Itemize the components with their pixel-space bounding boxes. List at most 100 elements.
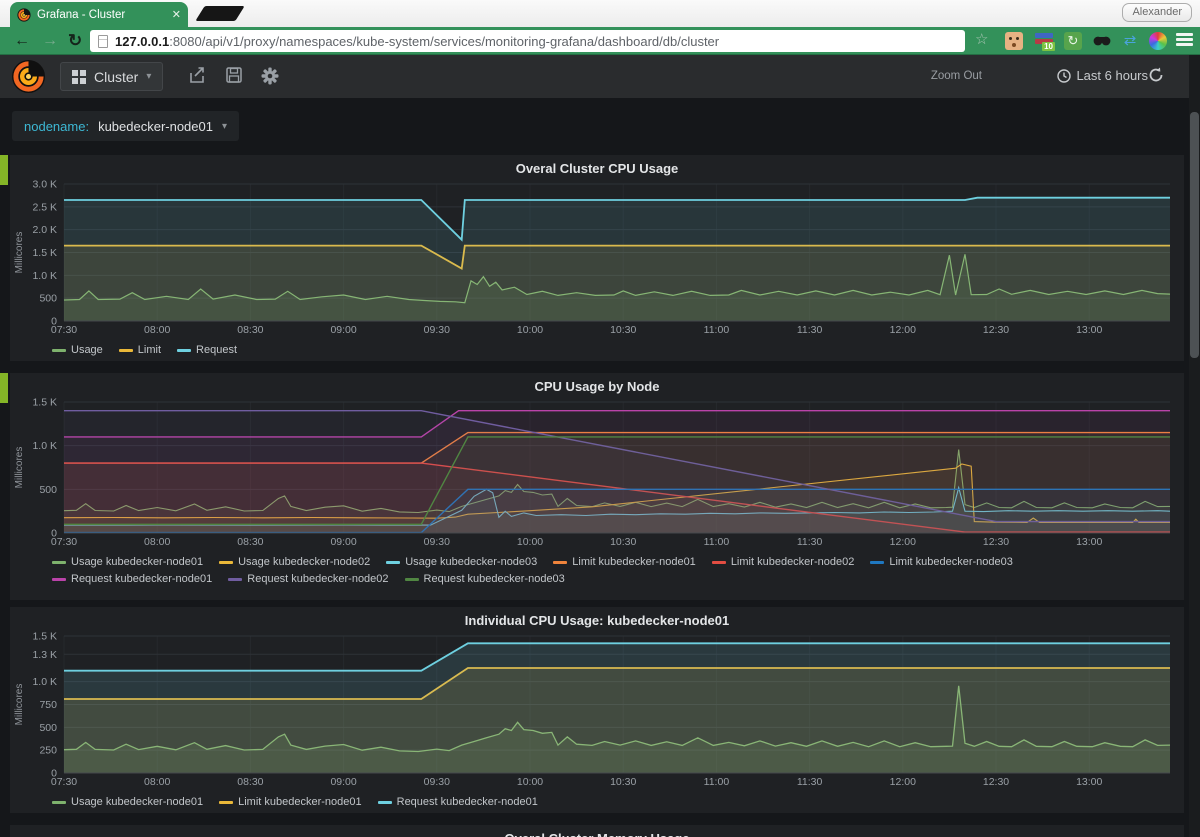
time-range-picker[interactable]: Last 6 hours — [1057, 68, 1148, 83]
extension-refresh-icon[interactable]: ↻ — [1064, 32, 1082, 50]
browser-menu-icon[interactable] — [1176, 33, 1193, 47]
legend-item[interactable]: Usage — [52, 343, 103, 357]
browser-tab[interactable]: Grafana - Cluster ✕ — [10, 2, 188, 27]
legend-swatch — [870, 561, 884, 564]
svg-text:08:30: 08:30 — [237, 776, 263, 788]
svg-text:1.5 K: 1.5 K — [32, 397, 57, 409]
legend-item[interactable]: Limit — [119, 343, 161, 357]
svg-text:11:00: 11:00 — [704, 776, 730, 788]
mask-glyph — [1093, 32, 1111, 50]
zoom-out-button[interactable]: Zoom Out — [931, 70, 982, 82]
cpu-by-node-graph[interactable]: 05001.0 K1.5 K07:3008:0008:3009:0009:301… — [10, 397, 1176, 549]
extension-bars-icon[interactable]: 10 — [1035, 32, 1053, 50]
svg-text:500: 500 — [39, 722, 57, 734]
svg-text:1.0 K: 1.0 K — [32, 270, 57, 282]
svg-text:12:30: 12:30 — [983, 324, 1009, 336]
scrollbar-track[interactable] — [1189, 55, 1200, 837]
legend-item[interactable]: Limit kubedecker-node01 — [553, 555, 696, 569]
row-handle[interactable] — [0, 373, 8, 403]
svg-text:13:00: 13:00 — [1076, 776, 1102, 788]
legend-item[interactable]: Limit kubedecker-node01 — [219, 795, 362, 809]
svg-text:12:30: 12:30 — [983, 536, 1009, 548]
save-icon[interactable] — [226, 67, 242, 84]
legend-item[interactable]: Usage kubedecker-node01 — [52, 795, 203, 809]
legend-swatch — [219, 561, 233, 564]
legend-item[interactable]: Request kubedecker-node02 — [228, 572, 388, 586]
address-bar[interactable]: 127.0.0.1:8080/api/v1/proxy/namespaces/k… — [90, 30, 965, 52]
extension-sync-icon[interactable]: ⇄ — [1121, 32, 1139, 50]
svg-text:10:00: 10:00 — [517, 536, 543, 548]
legend-item[interactable]: Request kubedecker-node03 — [405, 572, 565, 586]
url-text[interactable]: 127.0.0.1:8080/api/v1/proxy/namespaces/k… — [115, 34, 719, 49]
back-icon[interactable]: ← — [14, 29, 30, 53]
scrollbar-thumb[interactable] — [1190, 112, 1199, 358]
panel-overall-memory: Overal Cluster Memory Usage — [10, 825, 1184, 837]
legend-item[interactable]: Limit kubedecker-node02 — [712, 555, 855, 569]
share-icon[interactable] — [189, 67, 206, 84]
legend-item[interactable]: Request — [177, 343, 237, 357]
time-range-label: Last 6 hours — [1076, 68, 1148, 83]
svg-text:07:30: 07:30 — [51, 776, 77, 788]
extension-colorwheel-icon[interactable] — [1149, 32, 1167, 50]
url-host: 127.0.0.1 — [115, 34, 169, 49]
legend-item[interactable]: Request kubedecker-node01 — [378, 795, 538, 809]
individual-cpu-graph[interactable]: 02505007501.0 K1.3 K1.5 K07:3008:0008:30… — [10, 631, 1176, 789]
extension-mask-icon[interactable] — [1093, 32, 1111, 50]
legend: Usage kubedecker-node01 Usage kubedecker-… — [10, 554, 1184, 586]
svg-text:07:30: 07:30 — [51, 536, 77, 548]
svg-text:10:30: 10:30 — [610, 776, 636, 788]
panel-title[interactable]: Overal Cluster Memory Usage — [10, 825, 1184, 837]
tab-close-icon[interactable]: ✕ — [172, 8, 181, 21]
legend-label: Limit kubedecker-node01 — [572, 555, 696, 569]
legend: Usage kubedecker-node01 Limit kubedecker-… — [10, 794, 1184, 809]
legend-label: Limit kubedecker-node03 — [889, 555, 1013, 569]
svg-text:1.3 K: 1.3 K — [32, 649, 57, 661]
new-tab-button[interactable] — [195, 6, 244, 21]
svg-text:08:00: 08:00 — [144, 536, 170, 548]
legend-label: Usage kubedecker-node03 — [405, 555, 537, 569]
svg-text:2.5 K: 2.5 K — [32, 201, 57, 213]
legend-swatch — [553, 561, 567, 564]
svg-text:08:00: 08:00 — [144, 324, 170, 336]
legend-item[interactable]: Usage kubedecker-node02 — [219, 555, 370, 569]
overall-cpu-graph[interactable]: 05001.0 K1.5 K2.0 K2.5 K3.0 K07:3008:000… — [10, 179, 1176, 337]
svg-text:13:00: 13:00 — [1076, 324, 1102, 336]
svg-text:09:30: 09:30 — [424, 776, 450, 788]
dashboard-picker[interactable]: Cluster ▾ — [60, 62, 163, 91]
legend-label: Usage kubedecker-node01 — [71, 795, 203, 809]
template-var-value: kubedecker-node01 — [98, 119, 213, 134]
grafana-logo[interactable] — [11, 59, 46, 94]
legend-item[interactable]: Usage kubedecker-node01 — [52, 555, 203, 569]
settings-gear-icon[interactable] — [261, 67, 279, 85]
legend-label: Limit — [138, 343, 161, 357]
panel-title[interactable]: Individual CPU Usage: kubedecker-node01 — [10, 607, 1184, 631]
row-handle[interactable] — [0, 155, 8, 185]
chevron-down-icon: ▾ — [146, 71, 151, 82]
bookmark-star-icon[interactable]: ☆ — [975, 30, 988, 48]
panel-title[interactable]: Overal Cluster CPU Usage — [10, 155, 1184, 179]
legend-item[interactable]: Request kubedecker-node01 — [52, 572, 212, 586]
page-document-icon[interactable] — [98, 35, 108, 48]
url-path: :8080/api/v1/proxy/namespaces/kube-syste… — [169, 34, 719, 49]
legend-swatch — [177, 349, 191, 352]
forward-icon[interactable]: → — [42, 29, 58, 53]
browser-profile-name[interactable]: Alexander — [1122, 3, 1192, 22]
svg-text:08:00: 08:00 — [144, 776, 170, 788]
reload-icon[interactable]: ↻ — [68, 29, 82, 53]
legend-label: Request — [196, 343, 237, 357]
svg-text:11:30: 11:30 — [797, 776, 823, 788]
template-var-nodename[interactable]: nodename: kubedecker-node01 ▾ — [12, 111, 239, 141]
svg-text:10:30: 10:30 — [610, 324, 636, 336]
svg-text:Millicores: Millicores — [14, 447, 25, 489]
panel-individual-cpu: Individual CPU Usage: kubedecker-node01 … — [10, 607, 1184, 813]
refresh-icon[interactable] — [1148, 67, 1164, 83]
legend-swatch — [712, 561, 726, 564]
legend-item[interactable]: Usage kubedecker-node03 — [386, 555, 537, 569]
template-var-label: nodename: — [24, 119, 89, 134]
svg-text:12:00: 12:00 — [890, 324, 916, 336]
svg-text:Millicores: Millicores — [14, 232, 25, 274]
legend-item[interactable]: Limit kubedecker-node03 — [870, 555, 1013, 569]
extension-face-icon[interactable] — [1005, 32, 1023, 50]
svg-text:1.0 K: 1.0 K — [32, 440, 57, 452]
panel-title[interactable]: CPU Usage by Node — [10, 373, 1184, 397]
